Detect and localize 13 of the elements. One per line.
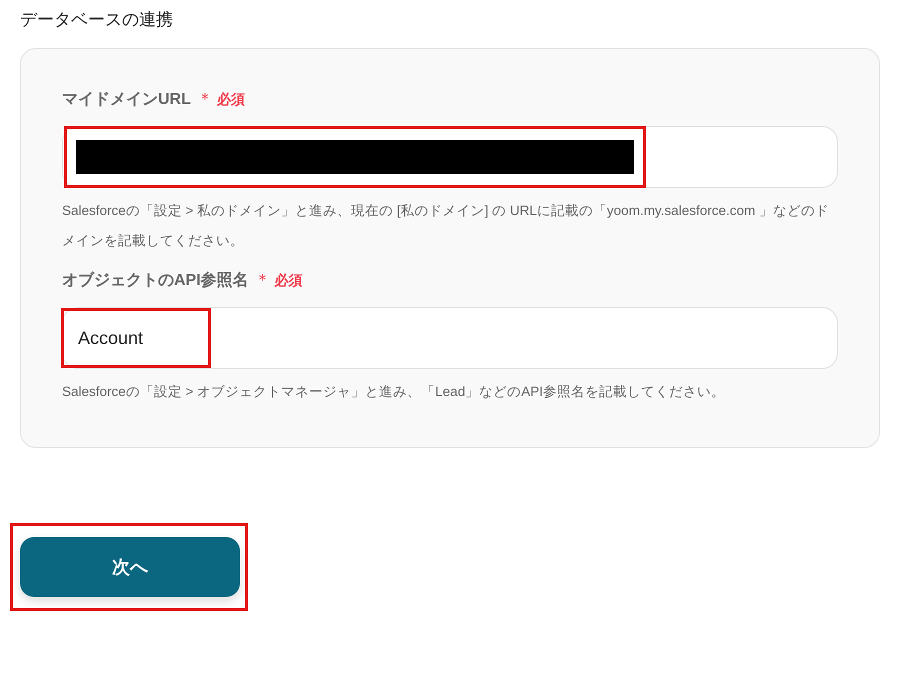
required-tag: 必須 xyxy=(274,272,303,290)
required-asterisk: ＊ xyxy=(196,90,213,110)
field-value: Account xyxy=(78,328,144,348)
input-field[interactable] xyxy=(62,126,838,188)
help-text: Salesforceの「設定 > オブジェクトマネージャ」と進み、「Lead」などのAPI参照名を記載してください。 xyxy=(62,383,726,401)
section-title: データベースの連携 xyxy=(20,9,174,31)
required-asterisk: ＊ xyxy=(254,271,271,291)
input-field[interactable]: Account xyxy=(62,307,838,369)
field-label: オブジェクトのAPI参照名 xyxy=(62,270,249,291)
help-text: Salesforceの「設定 > 私のドメイン」と進み、現在の [私のドメイン] の URLに記載の「yoom.my.salesforce.com 」などのドメインを記載してください。 xyxy=(62,202,830,250)
field-label: マイドメインURL xyxy=(62,90,191,110)
next-button[interactable]: 次へ xyxy=(20,537,240,597)
required-tag: 必須 xyxy=(216,90,245,108)
